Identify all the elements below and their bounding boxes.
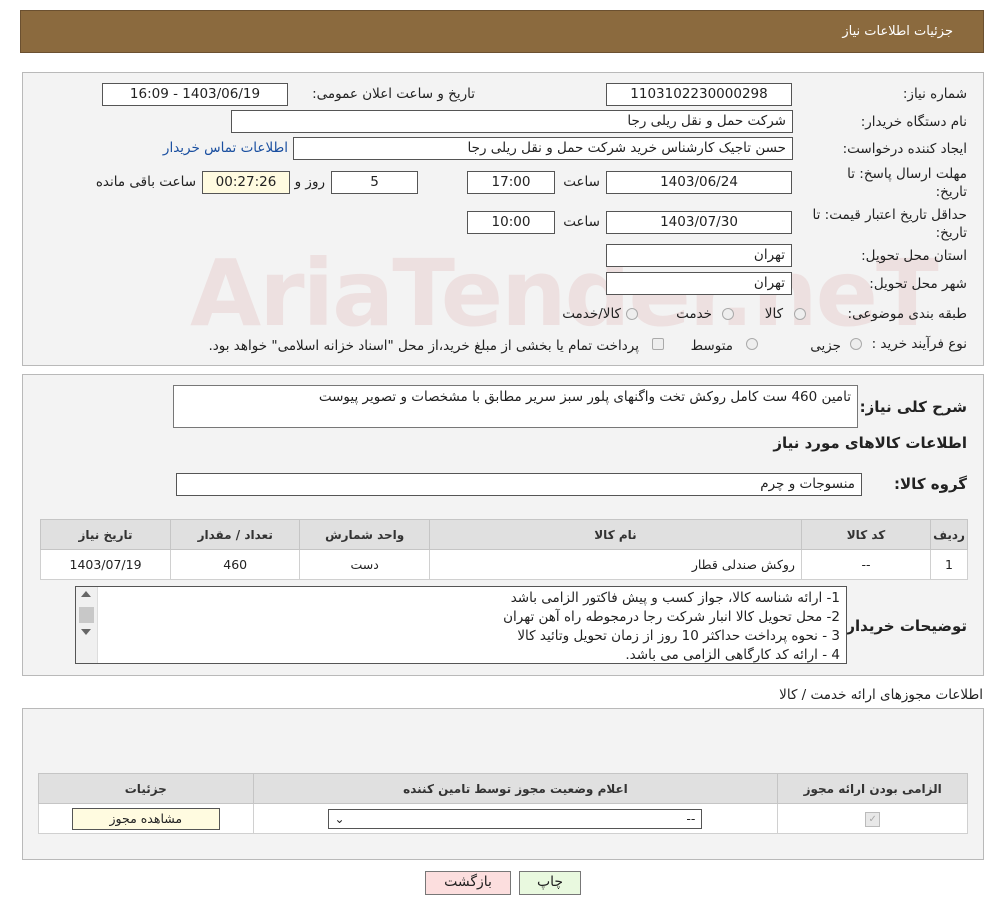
remaining-time-field: 00:27:26 bbox=[202, 171, 290, 194]
need-number-field: 1103102230000298 bbox=[606, 83, 792, 106]
purchase-option-minor: جزیی bbox=[810, 338, 841, 354]
permit-status-value: -- bbox=[686, 810, 696, 826]
view-permit-button[interactable]: مشاهده مجوز bbox=[71, 807, 220, 830]
announce-date-field: 1403/06/19 - 16:09 bbox=[102, 83, 288, 106]
category-option-goods: کالا bbox=[764, 306, 783, 322]
treasury-note: پرداخت تمام یا بخشی از مبلغ خرید،از محل … bbox=[208, 338, 639, 354]
permit-required-cell: ✓ bbox=[777, 803, 968, 834]
chevron-down-icon: ⌄ bbox=[334, 811, 345, 826]
table-row: 1 -- روکش صندلی قطار دست 460 1403/07/19 bbox=[39, 549, 968, 580]
goods-group-label: گروه کالا: bbox=[894, 475, 967, 493]
category-label: طبقه بندی موضوعی: bbox=[847, 306, 967, 322]
days-field: 5 bbox=[331, 171, 418, 194]
delivery-city-field: تهران bbox=[606, 272, 792, 295]
note-line-4: 4 - ارائه کد کارگاهی الزامی می باشد. bbox=[625, 647, 840, 663]
requester-label: ایجاد کننده درخواست: bbox=[842, 141, 967, 157]
scroll-up-arrow-icon[interactable] bbox=[81, 591, 91, 597]
price-validity-time-field: 10:00 bbox=[467, 211, 555, 234]
table-row: ✓ -- ⌄ مشاهده مجوز bbox=[38, 803, 968, 834]
buyer-notes-label: توضیحات خریدار: bbox=[840, 617, 967, 635]
delivery-city-label: شهر محل تحویل: bbox=[869, 276, 967, 292]
buyer-org-field: شرکت حمل و نقل ریلی رجا bbox=[231, 110, 793, 133]
cell-code: -- bbox=[800, 549, 932, 580]
announce-date-label: تاریخ و ساعت اعلان عمومی: bbox=[312, 86, 475, 102]
permits-title: اطلاعات مجوزهای ارائه خدمت / کالا bbox=[779, 687, 983, 703]
requester-field: حسن تاجیک کارشناس خرید شرکت حمل و نقل ری… bbox=[293, 137, 793, 160]
purchase-radio-medium[interactable] bbox=[746, 338, 758, 350]
buyer-notes-textarea[interactable]: 1- ارائه شناسه کالا، جواز کسب و پیش فاکت… bbox=[75, 586, 847, 664]
cell-row: 1 bbox=[930, 549, 968, 580]
permit-details-cell: مشاهده مجوز bbox=[38, 803, 254, 834]
col-need-date: تاریخ نیاز bbox=[39, 519, 172, 550]
items-table: ردیف کد کالا نام کالا واحد شمارش تعداد /… bbox=[39, 519, 968, 580]
goods-info-title: اطلاعات کالاهای مورد نیاز bbox=[773, 434, 967, 452]
page-header: جزئیات اطلاعات نیاز bbox=[20, 10, 984, 53]
remaining-time-label: ساعت باقی مانده bbox=[95, 174, 196, 190]
permit-status-cell: -- ⌄ bbox=[252, 803, 779, 834]
delivery-province-label: استان محل تحویل: bbox=[861, 248, 967, 264]
col-row: ردیف bbox=[930, 519, 968, 550]
price-validity-date-field: 1403/07/30 bbox=[606, 211, 792, 234]
price-validity-time-label: ساعت bbox=[563, 214, 600, 230]
print-button[interactable]: چاپ bbox=[519, 871, 581, 895]
buyer-contact-link[interactable]: اطلاعات تماس خریدار bbox=[163, 140, 288, 156]
goods-group-field: منسوجات و چرم bbox=[176, 473, 862, 496]
scroll-thumb[interactable] bbox=[79, 607, 94, 623]
purchase-radio-minor[interactable] bbox=[850, 338, 862, 350]
reply-deadline-label: مهلت ارسال پاسخ: تا تاریخ: bbox=[847, 166, 967, 200]
purchase-process-label: نوع فرآیند خرید : bbox=[871, 336, 967, 352]
col-permit-status: اعلام وضعیت مجوز توسط تامین کننده bbox=[252, 773, 779, 804]
description-label: شرح کلی نیاز: bbox=[859, 398, 967, 416]
cell-name: روکش صندلی قطار bbox=[428, 549, 802, 580]
col-permit-details: جزئیات bbox=[38, 773, 254, 804]
watermark-logo: AriaTender.neT bbox=[190, 240, 939, 347]
page-title: جزئیات اطلاعات نیاز bbox=[842, 24, 953, 39]
permit-required-checkbox: ✓ bbox=[865, 812, 881, 827]
col-code: کد کالا bbox=[800, 519, 932, 550]
back-button[interactable]: بازگشت bbox=[425, 871, 511, 895]
price-validity-label: حداقل تاریخ اعتبار قیمت: تا تاریخ: bbox=[812, 207, 967, 241]
col-unit: واحد شمارش bbox=[299, 519, 430, 550]
category-option-service: خدمت bbox=[676, 306, 712, 322]
permits-table: الزامی بودن ارائه مجوز اعلام وضعیت مجوز … bbox=[38, 773, 968, 834]
cell-unit: دست bbox=[299, 549, 430, 580]
description-textarea[interactable]: تامین 460 ست کامل روکش تخت واگنهای پلور … bbox=[173, 385, 858, 428]
permit-status-select[interactable]: -- ⌄ bbox=[328, 808, 703, 829]
treasury-checkbox[interactable] bbox=[652, 338, 664, 350]
reply-time-label: ساعت bbox=[563, 174, 600, 190]
category-radio-goods-service[interactable] bbox=[626, 308, 638, 320]
delivery-province-field: تهران bbox=[606, 244, 792, 267]
items-table-header: ردیف کد کالا نام کالا واحد شمارش تعداد /… bbox=[39, 519, 968, 550]
buyer-org-label: نام دستگاه خریدار: bbox=[860, 114, 967, 130]
note-line-2: 2- محل تحویل کالا انبار شرکت رجا درمجوطه… bbox=[503, 609, 840, 625]
col-quantity: تعداد / مقدار bbox=[170, 519, 301, 550]
note-line-1: 1- ارائه شناسه کالا، جواز کسب و پیش فاکت… bbox=[510, 590, 840, 606]
col-permit-required: الزامی بودن ارائه مجوز bbox=[777, 773, 968, 804]
note-line-3: 3 - نحوه پرداخت حداکثر 10 روز از زمان تح… bbox=[517, 628, 840, 644]
reply-time-field: 17:00 bbox=[467, 171, 555, 194]
cell-quantity: 460 bbox=[170, 549, 301, 580]
notes-scrollbar[interactable] bbox=[76, 587, 98, 663]
permits-table-header: الزامی بودن ارائه مجوز اعلام وضعیت مجوز … bbox=[38, 773, 968, 804]
need-number-label: شماره نیاز: bbox=[902, 86, 967, 102]
purchase-option-medium: متوسط bbox=[690, 338, 733, 354]
scroll-down-arrow-icon[interactable] bbox=[81, 629, 91, 635]
col-name: نام کالا bbox=[428, 519, 802, 550]
cell-need-date: 1403/07/19 bbox=[39, 549, 172, 580]
category-radio-service[interactable] bbox=[722, 308, 734, 320]
category-radio-goods[interactable] bbox=[794, 308, 806, 320]
reply-date-field: 1403/06/24 bbox=[606, 171, 792, 194]
category-option-goods-service: کالا/خدمت bbox=[562, 306, 621, 322]
days-label: روز و bbox=[294, 174, 325, 190]
